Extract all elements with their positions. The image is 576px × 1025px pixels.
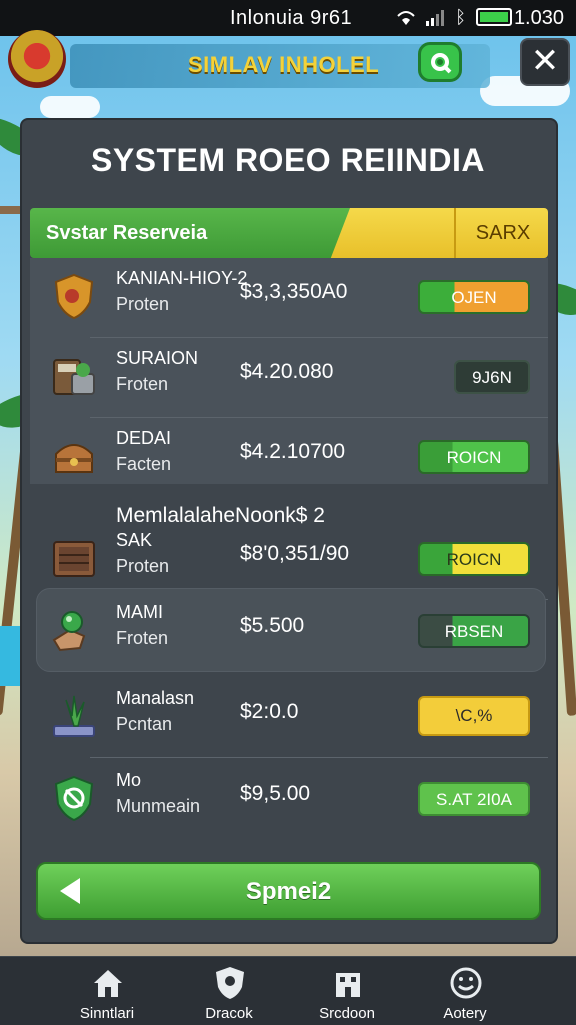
nav-label: Sinntlari [79, 1005, 135, 1022]
item-sub: Proten [116, 294, 170, 314]
item-name: SURAION [116, 348, 199, 368]
item-name: Mo [116, 770, 142, 790]
app-title: SIMLAV INHOLEL [188, 52, 380, 77]
close-button[interactable]: ✕ [520, 38, 570, 86]
smiley-icon [450, 967, 482, 999]
item-name: SAK [116, 530, 153, 550]
emblem-icon [8, 30, 66, 88]
item-action-button[interactable]: ROICN [418, 440, 530, 474]
item-sub: Facten [116, 454, 172, 474]
nav-item-smiley[interactable]: Aotery [410, 957, 520, 1025]
divider [90, 757, 548, 758]
nav-label: Srcdoon [319, 1005, 375, 1022]
status-title: Inlonuia 9r61 [230, 7, 353, 29]
section-header: Svstar Reserveia SARX [30, 208, 548, 258]
panel-title: SYSTEM ROEO REIINDIA [90, 142, 486, 178]
item-action-button[interactable]: 9J6N [454, 360, 530, 394]
item-sub: Proten [116, 556, 170, 576]
nav-item-home[interactable]: Sinntlari [52, 957, 162, 1025]
signal-icon [426, 9, 445, 26]
item-sub: Froten [116, 628, 169, 648]
item-name: MAMI [116, 602, 163, 622]
list-item[interactable]: SURAION Froten $4.20.080 9J6N [30, 338, 548, 418]
list-item[interactable]: Manalasn Pcntan $2:0.0 \C,% [30, 678, 548, 758]
safe-box-icon [53, 541, 95, 577]
bluetooth-icon: ᛒ [455, 7, 466, 27]
item-action-button[interactable]: RBSEN [418, 614, 530, 648]
section-right-tab[interactable]: SARX [454, 208, 548, 258]
item-action-button[interactable]: \C,% [418, 696, 530, 736]
item-price: $3,3,350A0 [240, 280, 348, 303]
item-sub: Pcntan [116, 714, 173, 734]
status-time: 1.030 [513, 7, 564, 29]
section-label: Svstar Reserveia [46, 222, 208, 244]
shield-nav-icon [216, 967, 244, 999]
list-item[interactable]: KANIAN-HIOY-2 Proten $3,3,350A0 OJEN [30, 258, 548, 338]
treasure-chest-icon [55, 444, 93, 473]
wifi-icon [397, 10, 415, 25]
list-item[interactable]: Mo Munmeain $9,5.00 S.AT 2I0A [30, 760, 548, 840]
item-name: KANIAN-HIOY-2 [116, 268, 248, 288]
item-sub: Froten [116, 374, 169, 394]
cloud [40, 96, 100, 118]
item-sub: Munmeain [116, 796, 201, 816]
nav-item-shield[interactable]: Dracok [174, 957, 284, 1025]
bottom-nav: Sinntlari Dracok Srcdoon Aotery [0, 956, 576, 1025]
status-icons: ᛒ [395, 7, 466, 28]
item-action-button[interactable]: S.AT 2I0A [418, 782, 530, 816]
plant-icon [53, 695, 95, 737]
primary-action-button[interactable]: Spmei2 [36, 862, 541, 920]
item-price: $5.500 [240, 614, 305, 637]
search-button[interactable] [418, 42, 462, 82]
list-item[interactable]: MAMI Froten $5.500 RBSEN [30, 592, 548, 672]
nav-label: Dracok [205, 1005, 253, 1022]
building-icon [336, 973, 360, 997]
nav-label: Aotery [443, 1005, 487, 1022]
item-action-button[interactable]: OJEN [418, 280, 530, 314]
item-price: $8'0,351/90 [240, 542, 350, 565]
battery-icon [476, 8, 512, 26]
item-action-button[interactable]: ROICN [418, 542, 530, 576]
shield-icon [54, 273, 94, 320]
wooden-beam [0, 206, 20, 214]
nav-item-building[interactable]: Srcdoon [292, 957, 402, 1025]
item-name: Manalasn [116, 688, 195, 708]
status-bar: Inlonuia 9r61 ᛒ 1.030 [0, 0, 576, 36]
item-price: $4.2.10700 [240, 440, 346, 463]
hand-orb-icon [52, 611, 86, 652]
item-price: $2:0.0 [240, 700, 299, 723]
primary-action-label: Spmei2 [245, 878, 332, 905]
search-icon [431, 53, 452, 74]
item-price: $9,5.00 [240, 782, 311, 805]
item-price: $4.20.080 [240, 360, 334, 383]
cash-register-icon [53, 359, 95, 395]
item-name: DEDAI [116, 428, 172, 448]
home-icon [94, 970, 122, 997]
list-item[interactable]: DEDAI Facten $4.2.10700 ROICN [30, 418, 548, 498]
shield-badge-icon [54, 775, 94, 822]
